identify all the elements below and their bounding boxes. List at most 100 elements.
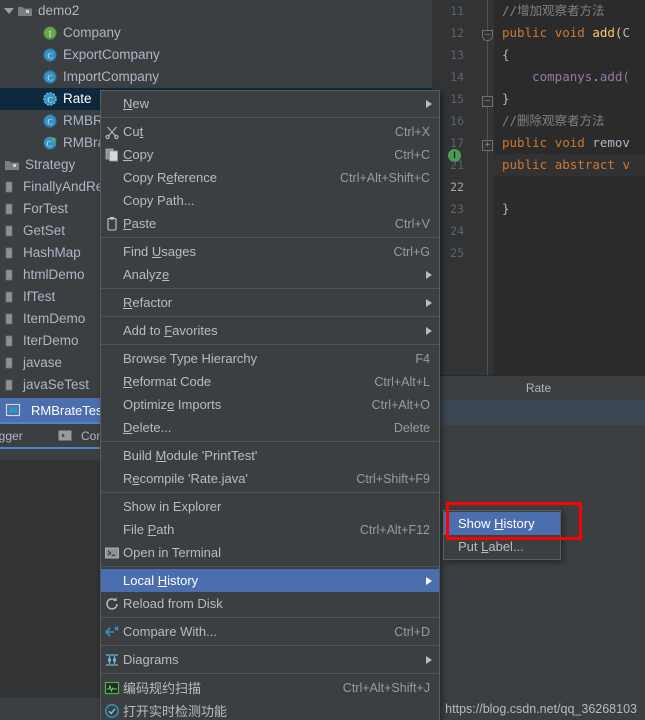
svg-text:C: C xyxy=(47,95,52,104)
tree-item-label: HashMap xyxy=(23,245,81,260)
menu-item-diagrams[interactable]: Diagrams xyxy=(101,648,439,671)
submenu-item-put-label[interactable]: Put Label... xyxy=(444,535,560,558)
submenu-item-show-history[interactable]: Show History xyxy=(444,512,560,535)
menu-item-refactor[interactable]: Refactor xyxy=(101,291,439,314)
line-number: 17 xyxy=(450,136,464,150)
compare-icon xyxy=(104,624,120,640)
menu-item-copy[interactable]: Copy Ctrl+C xyxy=(101,143,439,166)
code-content[interactable]: //增加观察者方法 public void add(C { companys.a… xyxy=(494,0,645,375)
line-number: 12 xyxy=(450,26,464,40)
fold-guide-line xyxy=(487,0,488,375)
module-icon xyxy=(2,179,18,195)
tree-item-exportcompany[interactable]: C ExportCompany xyxy=(0,44,432,66)
local-history-submenu[interactable]: Show History Put Label... xyxy=(443,510,561,560)
sidebar-run-tab[interactable]: RMBrateTest xyxy=(0,398,110,422)
code-editor[interactable]: – – + I 11 12 13 14 15 16 17 21 22 23 24 25 //增加观察者… xyxy=(432,0,645,375)
menu-item-label: Reload from Disk xyxy=(123,596,223,611)
abstract-class-icon: C xyxy=(42,91,58,107)
menu-item-label: Cut xyxy=(123,124,144,139)
menu-item-reformat-code[interactable]: Reformat Code Ctrl+Alt+L xyxy=(101,370,439,393)
fold-expand-icon[interactable]: + xyxy=(482,140,493,151)
menu-item-new[interactable]: New xyxy=(101,92,439,115)
submenu-item-label: Show History xyxy=(458,516,535,531)
menu-item-label: Local History xyxy=(123,573,199,588)
menu-item-copy-path[interactable]: Copy Path... xyxy=(101,189,439,212)
line-number: 15 xyxy=(450,92,464,106)
menu-item-build-module-printtest[interactable]: Build Module 'PrintTest' xyxy=(101,444,439,467)
sidebar-run-tab-label: RMBrateTest xyxy=(31,402,107,418)
svg-text:I: I xyxy=(49,29,52,38)
menu-item-recompile-rate-java[interactable]: Recompile 'Rate.java' Ctrl+Shift+F9 xyxy=(101,467,439,490)
menu-item-add-to-favorites[interactable]: Add to Favorites xyxy=(101,319,439,342)
menu-item-show-in-explorer[interactable]: Show in Explorer xyxy=(101,495,439,518)
menu-item-browse-type-hierarchy[interactable]: Browse Type Hierarchy F4 xyxy=(101,347,439,370)
menu-item-analyze[interactable]: Analyze xyxy=(101,263,439,286)
menu-item-delete[interactable]: Delete... Delete xyxy=(101,416,439,439)
context-menu[interactable]: New Cut Ctrl+X Copy Ctrl+C Copy Reference Ctrl… xyxy=(100,90,440,720)
module-icon xyxy=(2,245,18,261)
menu-item-shortcut: F4 xyxy=(415,351,430,366)
folder-icon xyxy=(17,3,33,19)
menu-item-cut[interactable]: Cut Ctrl+X xyxy=(101,120,439,143)
scan-icon xyxy=(104,680,120,696)
menu-item-label: 编码规约扫描 xyxy=(123,681,202,696)
tree-item-label: Company xyxy=(63,25,121,40)
code-comment: //增加观察者方法 xyxy=(502,3,605,18)
menu-separator xyxy=(101,237,439,238)
tree-item-label: ImportCompany xyxy=(63,69,160,84)
watermark-url: https://blog.csdn.net/qq_36268103 xyxy=(445,702,637,716)
sidebar-run-tab-underline xyxy=(0,422,110,424)
line-number: 25 xyxy=(450,246,464,260)
menu-separator xyxy=(101,645,439,646)
menu-item-find-usages[interactable]: Find Usages Ctrl+G xyxy=(101,240,439,263)
menu-item-local-history[interactable]: Local History xyxy=(101,569,439,592)
tree-item-label: ForTest xyxy=(23,201,69,216)
chevron-down-icon[interactable] xyxy=(4,8,14,14)
tree-item-label: Rate xyxy=(63,91,92,106)
chevron-right-icon xyxy=(426,655,432,664)
tree-item-label: Strategy xyxy=(25,157,76,172)
menu-item-shortcut: Ctrl+D xyxy=(394,624,430,639)
menu-separator xyxy=(101,673,439,674)
menu-item-label: Show in Explorer xyxy=(123,499,222,514)
fold-collapse-icon[interactable]: – xyxy=(482,30,493,41)
menu-item-label: Diagrams xyxy=(123,652,179,667)
menu-item-label: Build Module 'PrintTest' xyxy=(123,448,258,463)
code-line: //删除观察者方法 xyxy=(502,110,605,132)
left-panel-background xyxy=(0,451,100,720)
tab-debugger[interactable]: ugger xyxy=(0,429,23,443)
code-line: public void add(C xyxy=(502,25,630,40)
menu-item-reload-from-disk[interactable]: Reload from Disk xyxy=(101,592,439,615)
menu-item-label: Add to Favorites xyxy=(123,323,218,338)
ide-window: – – + I 11 12 13 14 15 16 17 21 22 23 24 25 //增加观察者… xyxy=(0,0,645,720)
code-line: public abstract v xyxy=(502,157,630,172)
menu-item-label: Open in Terminal xyxy=(123,545,222,560)
menu-item-optimize-imports[interactable]: Optimize Imports Ctrl+Alt+O xyxy=(101,393,439,416)
menu-item-shortcut: Ctrl+Alt+Shift+J xyxy=(342,680,430,695)
folder-icon xyxy=(4,157,20,173)
tree-item-company[interactable]: I Company xyxy=(0,22,432,44)
menu-item-copy-reference[interactable]: Copy Reference Ctrl+Alt+Shift+C xyxy=(101,166,439,189)
menu-item-label: Delete... xyxy=(123,420,172,435)
tree-item-importcompany[interactable]: C ImportCompany xyxy=(0,66,432,88)
editor-tab-rate[interactable]: Rate xyxy=(432,375,645,400)
menu-item-label: Browse Type Hierarchy xyxy=(123,351,258,366)
code-line: //增加观察者方法 xyxy=(502,0,605,22)
menu-item-compare-with[interactable]: Compare With... Ctrl+D xyxy=(101,620,439,643)
editor-gutter[interactable]: – – + I 11 12 13 14 15 16 17 21 22 23 24 25 xyxy=(432,0,494,375)
menu-item-shortcut: Ctrl+Shift+F9 xyxy=(356,471,430,486)
menu-item-paste[interactable]: Paste Ctrl+V xyxy=(101,212,439,235)
module-icon xyxy=(2,267,18,283)
tab-active-underline xyxy=(0,447,110,449)
svg-text:C: C xyxy=(47,117,52,126)
menu-item-open-in-terminal[interactable]: Open in Terminal xyxy=(101,541,439,564)
menu-item-label: Paste xyxy=(123,216,157,231)
menu-item-[interactable]: 编码规约扫描 Ctrl+Alt+Shift+J xyxy=(101,676,439,699)
tree-item-label: GetSet xyxy=(23,223,66,238)
menu-item-file-path[interactable]: File Path Ctrl+Alt+F12 xyxy=(101,518,439,541)
fold-collapse-icon[interactable]: – xyxy=(482,96,493,107)
line-number: 23 xyxy=(450,202,464,216)
tree-item-demo2[interactable]: demo2 xyxy=(0,0,432,22)
menu-separator xyxy=(101,492,439,493)
menu-item-[interactable]: 打开实时检测功能 xyxy=(101,699,439,720)
